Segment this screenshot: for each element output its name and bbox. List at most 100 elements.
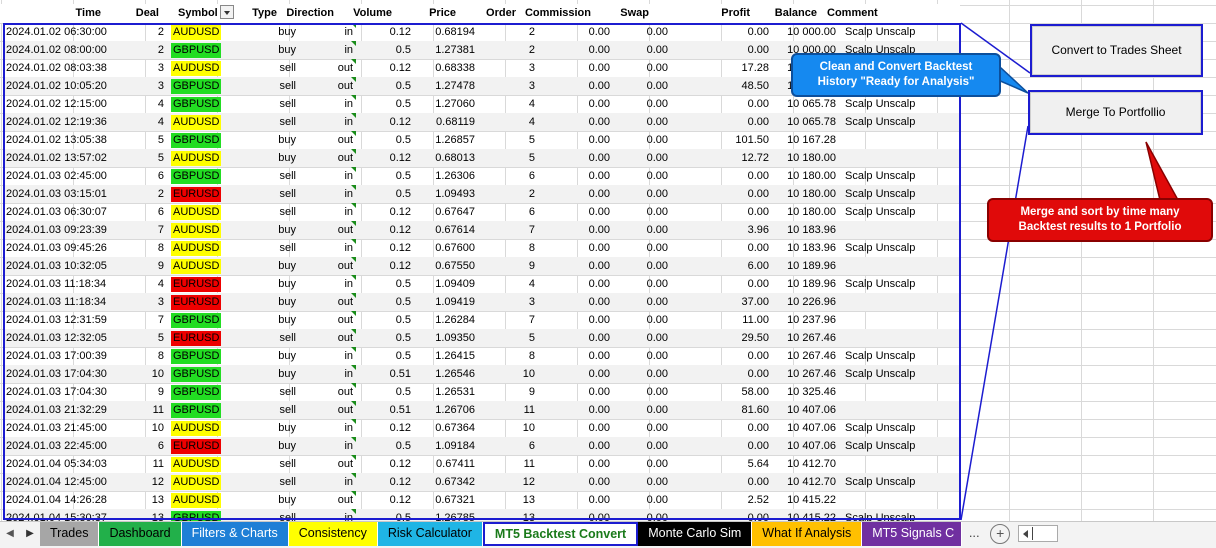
cell-volume[interactable]: 0.12 [356,257,414,275]
header-price[interactable]: Price [395,4,459,23]
cell-type[interactable]: buy [239,293,299,311]
cell-commission[interactable]: 0.00 [538,59,613,77]
cell-order[interactable]: 9 [478,257,538,275]
cell-profit[interactable]: 0.00 [671,41,772,59]
cell-deal[interactable]: 11 [132,401,167,419]
cell-volume[interactable]: 0.12 [356,113,414,131]
cell-volume[interactable]: 0.12 [356,473,414,491]
cell-symbol[interactable]: AUDUSD [167,491,239,509]
cell-symbol[interactable]: EURUSD [167,437,239,455]
cell-commission[interactable]: 0.00 [538,293,613,311]
cell-deal[interactable]: 10 [132,365,167,383]
cell-balance[interactable]: 10 180.00 [772,149,839,167]
cell-direction[interactable]: in [299,437,356,455]
cell-time[interactable]: 2024.01.03 09:23:39 [4,221,132,239]
cell-price[interactable]: 1.09493 [414,185,478,203]
cell-swap[interactable]: 0.00 [613,23,671,41]
cell-deal[interactable]: 4 [132,113,167,131]
cell-profit[interactable]: 58.00 [671,383,772,401]
cell-swap[interactable]: 0.00 [613,257,671,275]
cell-price[interactable]: 1.09419 [414,293,478,311]
cell-commission[interactable]: 0.00 [538,185,613,203]
cell-swap[interactable]: 0.00 [613,383,671,401]
cell-commission[interactable]: 0.00 [538,113,613,131]
cell-symbol[interactable]: AUDUSD [167,419,239,437]
cell-volume[interactable]: 0.5 [356,311,414,329]
cell-direction[interactable]: out [299,383,356,401]
cell-time[interactable]: 2024.01.03 02:45:00 [4,167,132,185]
cell-deal[interactable]: 13 [132,491,167,509]
cell-symbol[interactable]: GBPUSD [167,347,239,365]
cell-volume[interactable]: 0.5 [356,95,414,113]
cell-comment[interactable]: Scalp Unscalp [839,95,960,113]
cell-volume[interactable]: 0.12 [356,491,414,509]
cell-symbol[interactable]: EURUSD [167,293,239,311]
cell-type[interactable]: buy [239,149,299,167]
cell-symbol[interactable]: GBPUSD [167,509,239,521]
cell-order[interactable]: 6 [478,437,538,455]
cell-profit[interactable]: 0.00 [671,95,772,113]
tab-risk-calculator[interactable]: Risk Calculator [377,522,483,546]
cell-comment[interactable] [839,149,960,167]
tab-scroll-right-icon[interactable]: ▶ [20,522,40,546]
cell-commission[interactable]: 0.00 [538,149,613,167]
cell-volume[interactable]: 0.12 [356,419,414,437]
header-comment[interactable]: Comment [820,4,941,23]
cell-time[interactable]: 2024.01.03 11:18:34 [4,275,132,293]
cell-order[interactable]: 3 [478,59,538,77]
cell-price[interactable]: 1.26415 [414,347,478,365]
cell-direction[interactable]: in [299,185,356,203]
cell-direction[interactable]: in [299,275,356,293]
cell-time[interactable]: 2024.01.02 06:30:00 [4,23,132,41]
cell-type[interactable]: sell [239,113,299,131]
cell-time[interactable]: 2024.01.03 06:30:07 [4,203,132,221]
cell-direction[interactable]: out [299,149,356,167]
cell-commission[interactable]: 0.00 [538,23,613,41]
cell-direction[interactable]: in [299,239,356,257]
cell-balance[interactable]: 10 415.22 [772,491,839,509]
cell-order[interactable]: 4 [478,113,538,131]
cell-type[interactable]: sell [239,401,299,419]
cell-balance[interactable]: 10 407.06 [772,419,839,437]
cell-direction[interactable]: out [299,221,356,239]
cell-symbol[interactable]: AUDUSD [167,239,239,257]
cell-swap[interactable]: 0.00 [613,185,671,203]
cell-profit[interactable]: 11.00 [671,311,772,329]
cell-balance[interactable]: 10 167.28 [772,131,839,149]
cell-order[interactable]: 10 [478,419,538,437]
cell-type[interactable]: buy [239,221,299,239]
cell-volume[interactable]: 0.5 [356,383,414,401]
cell-swap[interactable]: 0.00 [613,401,671,419]
cell-price[interactable]: 1.26284 [414,311,478,329]
cell-comment[interactable]: Scalp Unscalp [839,437,960,455]
cell-type[interactable]: buy [239,347,299,365]
cell-symbol[interactable]: AUDUSD [167,257,239,275]
cell-swap[interactable]: 0.00 [613,437,671,455]
cell-comment[interactable]: Scalp Unscalp [839,509,960,521]
cell-profit[interactable]: 17.28 [671,59,772,77]
cell-type[interactable]: sell [239,473,299,491]
cell-time[interactable]: 2024.01.03 17:04:30 [4,365,132,383]
cell-swap[interactable]: 0.00 [613,455,671,473]
cell-balance[interactable]: 10 000.00 [772,23,839,41]
cell-order[interactable]: 2 [478,41,538,59]
cell-order[interactable]: 10 [478,365,538,383]
cell-type[interactable]: buy [239,131,299,149]
cell-price[interactable]: 0.67647 [414,203,478,221]
cell-deal[interactable]: 2 [132,185,167,203]
cell-comment[interactable]: Scalp Unscalp [839,365,960,383]
cell-symbol[interactable]: GBPUSD [167,167,239,185]
cell-commission[interactable]: 0.00 [538,455,613,473]
cell-order[interactable]: 13 [478,491,538,509]
cell-balance[interactable]: 10 407.06 [772,401,839,419]
cell-commission[interactable]: 0.00 [538,77,613,95]
cell-time[interactable]: 2024.01.03 22:45:00 [4,437,132,455]
cell-swap[interactable]: 0.00 [613,509,671,521]
cell-balance[interactable]: 10 412.70 [772,473,839,491]
cell-balance[interactable]: 10 189.96 [772,257,839,275]
cell-type[interactable]: sell [239,383,299,401]
cell-type[interactable]: sell [239,59,299,77]
tab-scroll-left-icon[interactable]: ◀ [0,522,20,546]
cell-volume[interactable]: 0.5 [356,41,414,59]
cell-profit[interactable]: 6.00 [671,257,772,275]
